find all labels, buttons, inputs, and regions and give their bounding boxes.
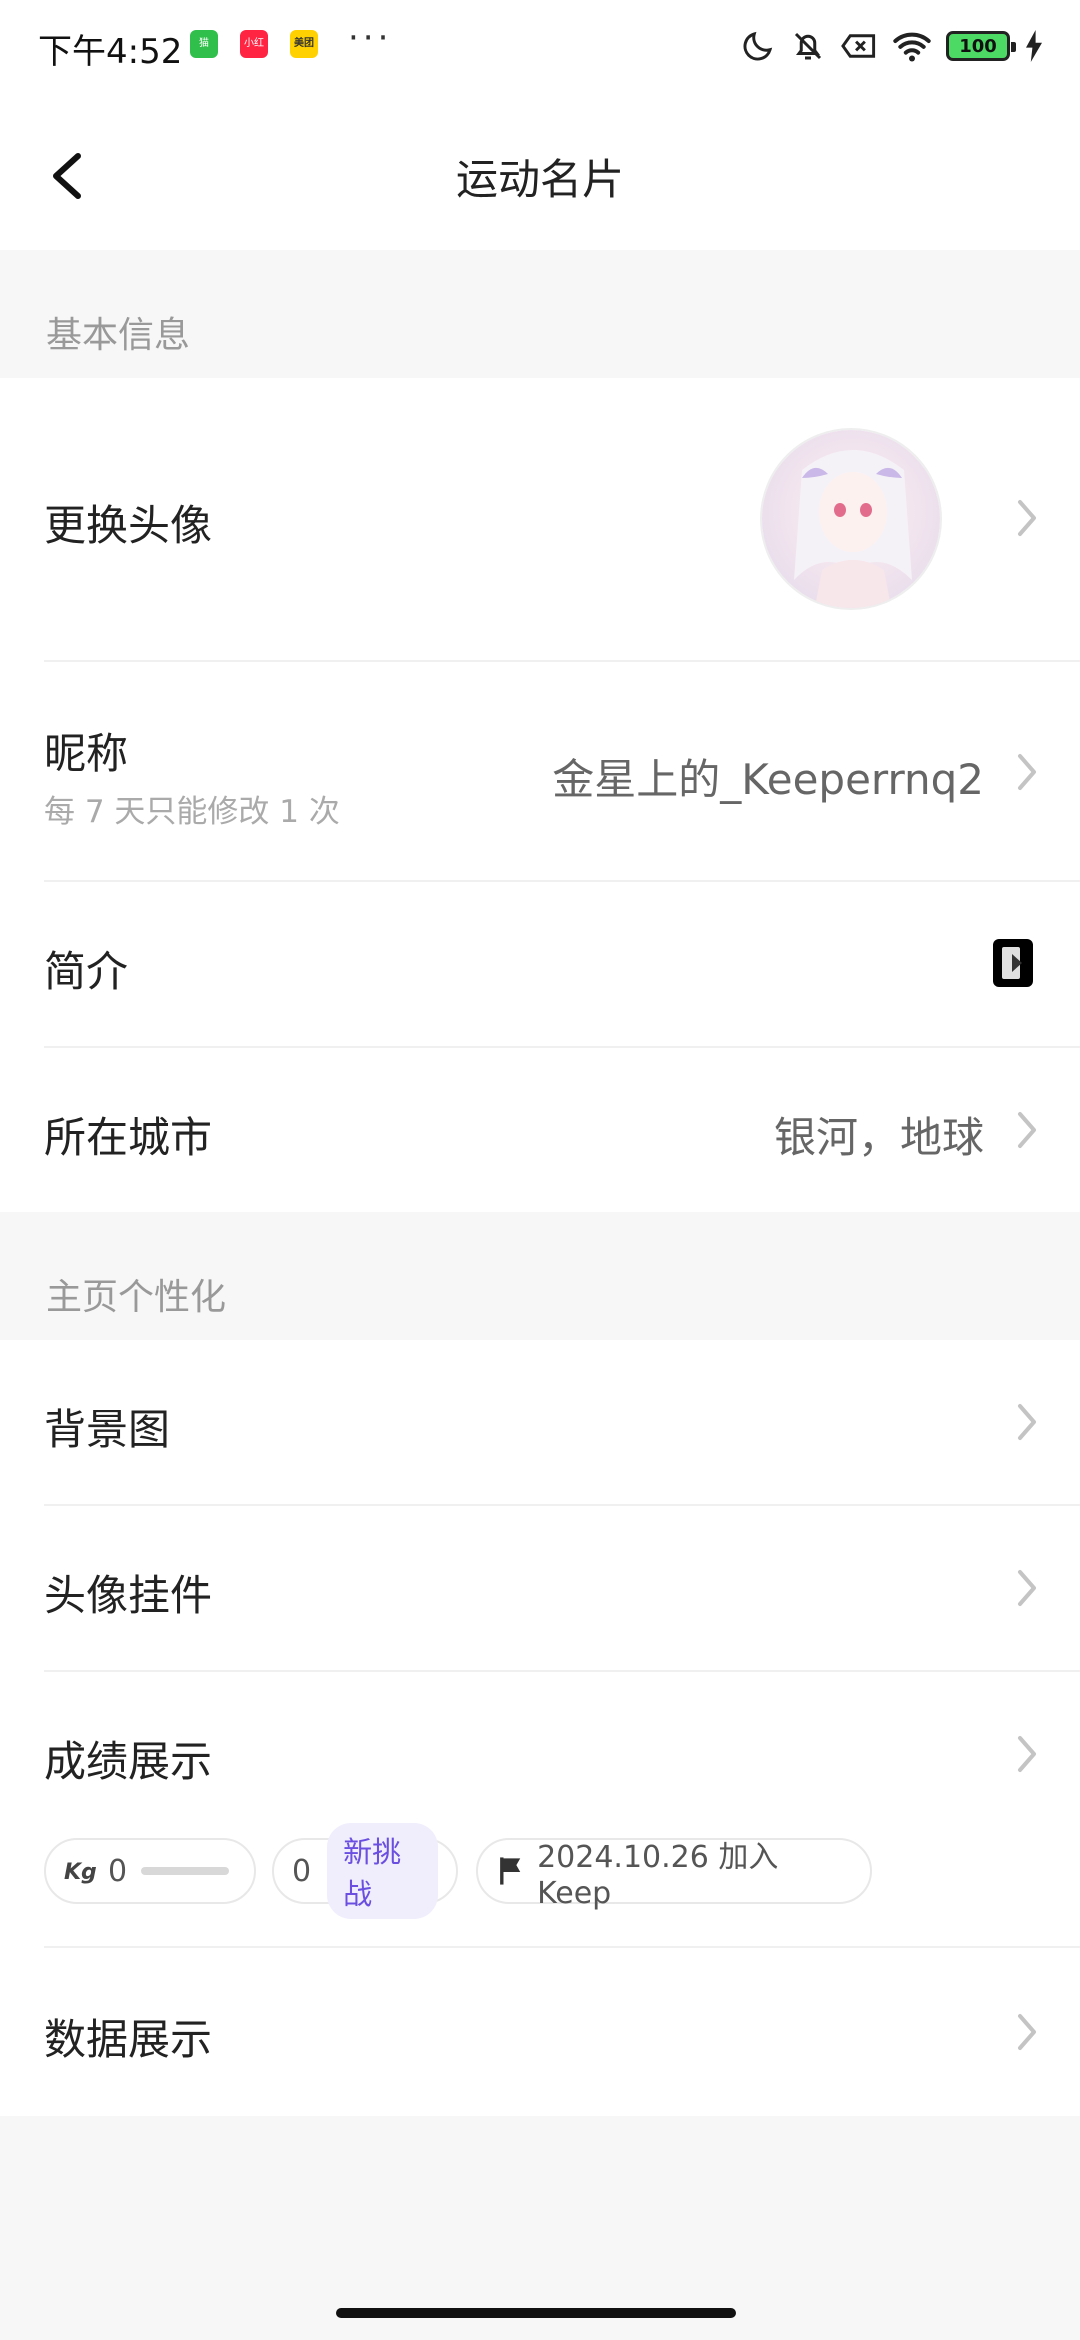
status-bar: 下午4:52 猫 小红书 美团 ··· 100 [0, 0, 1080, 90]
moon-icon [743, 31, 773, 61]
data-display-label: 数据展示 [44, 2015, 213, 2064]
charging-icon [1026, 30, 1042, 62]
wifi-icon [893, 32, 931, 62]
mute-bell-icon [794, 32, 822, 60]
kg-progress-bar [141, 1867, 230, 1875]
bio-label: 简介 [44, 947, 129, 996]
chevron-right-icon [1018, 500, 1036, 536]
battery-icon: 100 [946, 31, 1016, 61]
svg-text:Kg: Kg [64, 1860, 97, 1885]
nav-header: 运动名片 [0, 90, 1080, 250]
avatar[interactable] [760, 428, 942, 610]
kg-value: 0 [108, 1853, 128, 1889]
new-challenge-tag: 新挑战 [327, 1823, 438, 1919]
home-indicator[interactable] [336, 2308, 736, 2318]
status-time: 下午4:52 [38, 32, 183, 72]
background-image-label: 背景图 [44, 1405, 171, 1454]
section-label-basic-info: 基本信息 [46, 315, 191, 356]
kg-level-pill: Kg 0 [44, 1838, 256, 1904]
chevron-right-icon [1018, 1736, 1036, 1772]
nickname-hint: 每 7 天只能修改 1 次 [44, 794, 340, 830]
chevron-right-icon [1018, 1570, 1036, 1606]
avatar-pendant-label: 头像挂件 [44, 1571, 213, 1620]
city-label: 所在城市 [44, 1113, 213, 1162]
chevron-right-icon [1018, 1404, 1036, 1440]
xiaohongshu-notification-icon: 小红书 [240, 30, 268, 58]
join-date-pill: 2024.10.26 加入 Keep [476, 1838, 872, 1911]
bio-row[interactable]: 简介 [0, 882, 1080, 1046]
chevron-right-icon [1018, 1112, 1036, 1148]
challenge-pill: 0 新挑战 [272, 1823, 458, 1919]
challenge-count: 0 [292, 1853, 312, 1889]
background-image-row[interactable]: 背景图 [0, 1340, 1080, 1504]
meituan-notification-icon: 美团 [290, 30, 318, 58]
avatar-pendant-row[interactable]: 头像挂件 [0, 1506, 1080, 1670]
nickname-value: 金星上的_Keeperrnq2 [552, 755, 984, 804]
data-display-row[interactable]: 数据展示 [0, 1948, 1080, 2116]
section-label-personalization: 主页个性化 [46, 1277, 227, 1318]
chevron-right-icon [1018, 2014, 1036, 2050]
achievements-label: 成绩展示 [44, 1737, 213, 1786]
avatar-image [762, 430, 940, 608]
chevron-right-icon [1018, 754, 1036, 790]
no-sim-icon [841, 34, 876, 58]
flag-icon [500, 1857, 521, 1885]
join-date-text: 2024.10.26 加入 Keep [537, 1839, 779, 1911]
change-avatar-label: 更换头像 [44, 501, 213, 550]
arrow-box-icon [993, 939, 1033, 987]
city-value: 银河，地球 [773, 1113, 984, 1162]
app-notification-icon: 猫 [190, 30, 218, 58]
city-row[interactable]: 所在城市 银河，地球 [0, 1048, 1080, 1212]
page-title: 运动名片 [455, 155, 624, 204]
status-icons: 100 [740, 24, 1044, 68]
nickname-row[interactable]: 昵称 每 7 天只能修改 1 次 金星上的_Keeperrnq2 [0, 662, 1080, 880]
keep-kg-icon: Kg [64, 1860, 97, 1885]
nickname-label: 昵称 [44, 729, 129, 778]
more-notifications-icon: ··· [348, 18, 393, 58]
